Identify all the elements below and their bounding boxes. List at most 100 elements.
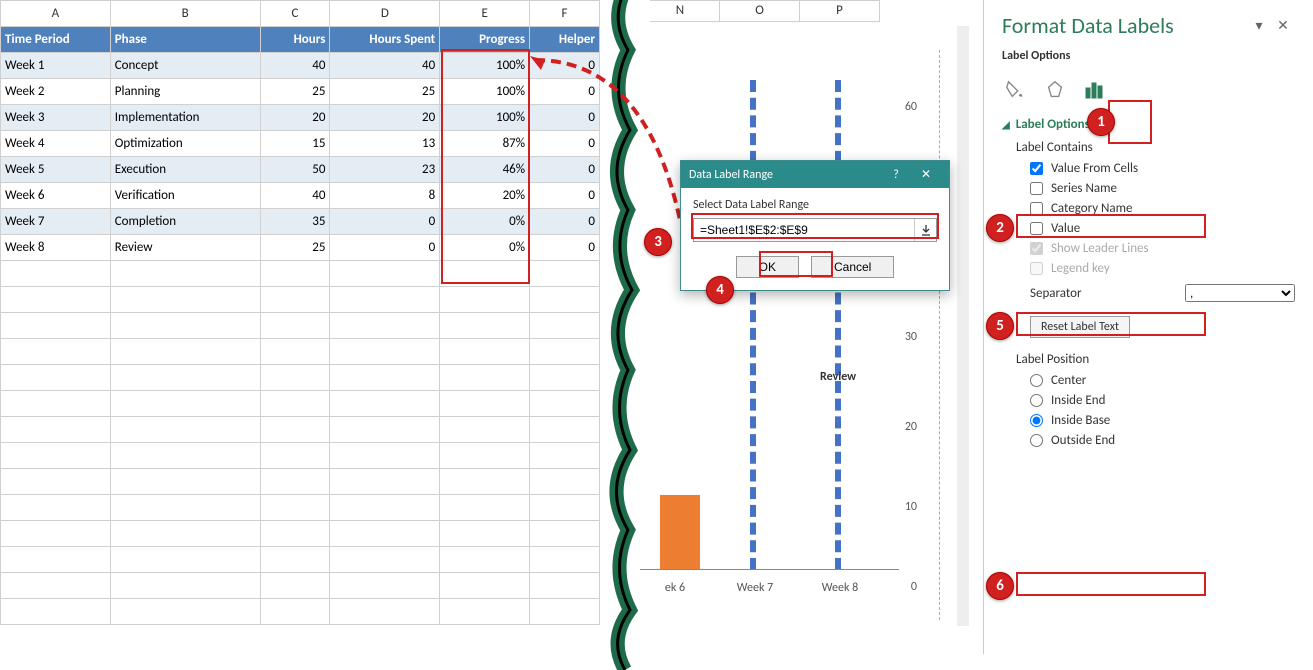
vertical-scrollbar[interactable] (957, 26, 969, 626)
cell[interactable]: Week 3 (1, 105, 111, 131)
cell[interactable]: 40 (260, 183, 330, 209)
category-name-checkbox[interactable]: Category Name (1030, 201, 1295, 216)
cell[interactable]: Week 1 (1, 53, 111, 79)
col-header-o[interactable]: O (720, 0, 800, 22)
empty-row[interactable] (1, 391, 600, 417)
pane-subtitle[interactable]: Label Options (1002, 49, 1295, 63)
empty-row[interactable] (1, 313, 600, 339)
empty-row[interactable] (1, 469, 600, 495)
chart-target-week8[interactable] (835, 80, 841, 570)
col-header-a[interactable]: A (1, 1, 111, 27)
cell[interactable]: 25 (260, 235, 330, 261)
header-cell-a[interactable]: Time Period (1, 27, 111, 53)
cell[interactable]: 0 (530, 157, 600, 183)
header-cell-e[interactable]: Progress (440, 27, 530, 53)
fill-line-icon[interactable] (1002, 77, 1028, 103)
cell[interactable]: 0 (530, 131, 600, 157)
cell[interactable]: Review (110, 235, 260, 261)
table-row[interactable]: Week 6Verification40820%0 (1, 183, 600, 209)
cell[interactable]: 20 (330, 105, 440, 131)
cell[interactable]: Week 8 (1, 235, 111, 261)
ok-button[interactable]: OK (736, 256, 799, 278)
series-name-checkbox[interactable]: Series Name (1030, 181, 1295, 196)
header-cell-d[interactable]: Hours Spent (330, 27, 440, 53)
col-header-n[interactable]: N (640, 0, 720, 22)
col-header-f[interactable]: F (530, 1, 600, 27)
position-inside-base-radio[interactable]: Inside Base (1030, 413, 1295, 428)
cell[interactable]: 13 (330, 131, 440, 157)
cell[interactable]: 40 (260, 53, 330, 79)
cell[interactable]: Week 5 (1, 157, 111, 183)
spreadsheet[interactable]: A B C D E F Time PeriodPhaseHoursHours S… (0, 0, 600, 625)
header-cell-b[interactable]: Phase (110, 27, 260, 53)
dialog-help-button[interactable]: ? (881, 168, 911, 182)
header-cell-c[interactable]: Hours (260, 27, 330, 53)
cell[interactable]: Execution (110, 157, 260, 183)
table-row[interactable]: Week 1Concept4040100%0 (1, 53, 600, 79)
empty-row[interactable] (1, 599, 600, 625)
col-header-d[interactable]: D (330, 1, 440, 27)
cell[interactable]: 0 (530, 235, 600, 261)
empty-row[interactable] (1, 365, 600, 391)
cell[interactable]: Week 2 (1, 79, 111, 105)
cell[interactable]: Week 4 (1, 131, 111, 157)
col-header-p[interactable]: P (800, 0, 880, 22)
position-outside-end-radio[interactable]: Outside End (1030, 433, 1295, 448)
cell[interactable]: Optimization (110, 131, 260, 157)
pane-close-button[interactable]: ✕ (1271, 17, 1295, 34)
table-row[interactable]: Week 5Execution502346%0 (1, 157, 600, 183)
position-inside-end-radio[interactable]: Inside End (1030, 393, 1295, 408)
cell[interactable]: 0 (530, 105, 600, 131)
dialog-titlebar[interactable]: Data Label Range ? ✕ (681, 161, 949, 188)
cell[interactable]: 20% (440, 183, 530, 209)
collapse-dialog-icon[interactable] (914, 219, 936, 241)
range-input[interactable] (694, 219, 914, 241)
cell[interactable]: Concept (110, 53, 260, 79)
cell[interactable]: 8 (330, 183, 440, 209)
empty-row[interactable] (1, 443, 600, 469)
cell[interactable]: Planning (110, 79, 260, 105)
dialog-close-button[interactable]: ✕ (911, 167, 941, 182)
cell[interactable]: 100% (440, 79, 530, 105)
cell[interactable]: 100% (440, 105, 530, 131)
cell[interactable]: 15 (260, 131, 330, 157)
cell[interactable]: 0 (330, 235, 440, 261)
cell[interactable]: 40 (330, 53, 440, 79)
col-header-c[interactable]: C (260, 1, 330, 27)
chart-bar-week6[interactable] (660, 495, 700, 570)
cell[interactable]: 87% (440, 131, 530, 157)
label-options-section[interactable]: Label Options (1002, 117, 1295, 132)
cell[interactable]: 25 (330, 79, 440, 105)
cell[interactable]: Week 6 (1, 183, 111, 209)
effects-icon[interactable] (1042, 77, 1068, 103)
chart-target-week7[interactable] (750, 80, 756, 570)
chart-fragment[interactable]: 60 40 30 20 10 0 Review ek 6 Week 7 Week… (640, 50, 940, 620)
value-checkbox[interactable]: Value (1030, 221, 1295, 236)
cell[interactable]: Completion (110, 209, 260, 235)
position-center-radio[interactable]: Center (1030, 373, 1295, 388)
table-row[interactable]: Week 2Planning2525100%0 (1, 79, 600, 105)
col-header-b[interactable]: B (110, 1, 260, 27)
table-row[interactable]: Week 8Review2500%0 (1, 235, 600, 261)
reset-label-text-button[interactable]: Reset Label Text (1030, 316, 1130, 338)
table-header-row[interactable]: Time PeriodPhaseHoursHours SpentProgress… (1, 27, 600, 53)
empty-row[interactable] (1, 521, 600, 547)
cell[interactable]: 50 (260, 157, 330, 183)
empty-row[interactable] (1, 547, 600, 573)
cell[interactable]: Implementation (110, 105, 260, 131)
separator-select[interactable]: , (1185, 284, 1295, 302)
col-header-e[interactable]: E (440, 1, 530, 27)
cell[interactable]: 0 (530, 183, 600, 209)
label-options-icon[interactable] (1082, 77, 1108, 103)
cell[interactable]: 0 (530, 53, 600, 79)
cell[interactable]: 25 (260, 79, 330, 105)
empty-row[interactable] (1, 339, 600, 365)
column-headers[interactable]: A B C D E F (1, 1, 600, 27)
cell[interactable]: 35 (260, 209, 330, 235)
table-row[interactable]: Week 7Completion3500%0 (1, 209, 600, 235)
cell[interactable]: 23 (330, 157, 440, 183)
pane-options-chevron-icon[interactable]: ▾ (1247, 17, 1271, 34)
cell[interactable]: Verification (110, 183, 260, 209)
header-cell-f[interactable]: Helper (530, 27, 600, 53)
cell[interactable]: 0 (530, 79, 600, 105)
